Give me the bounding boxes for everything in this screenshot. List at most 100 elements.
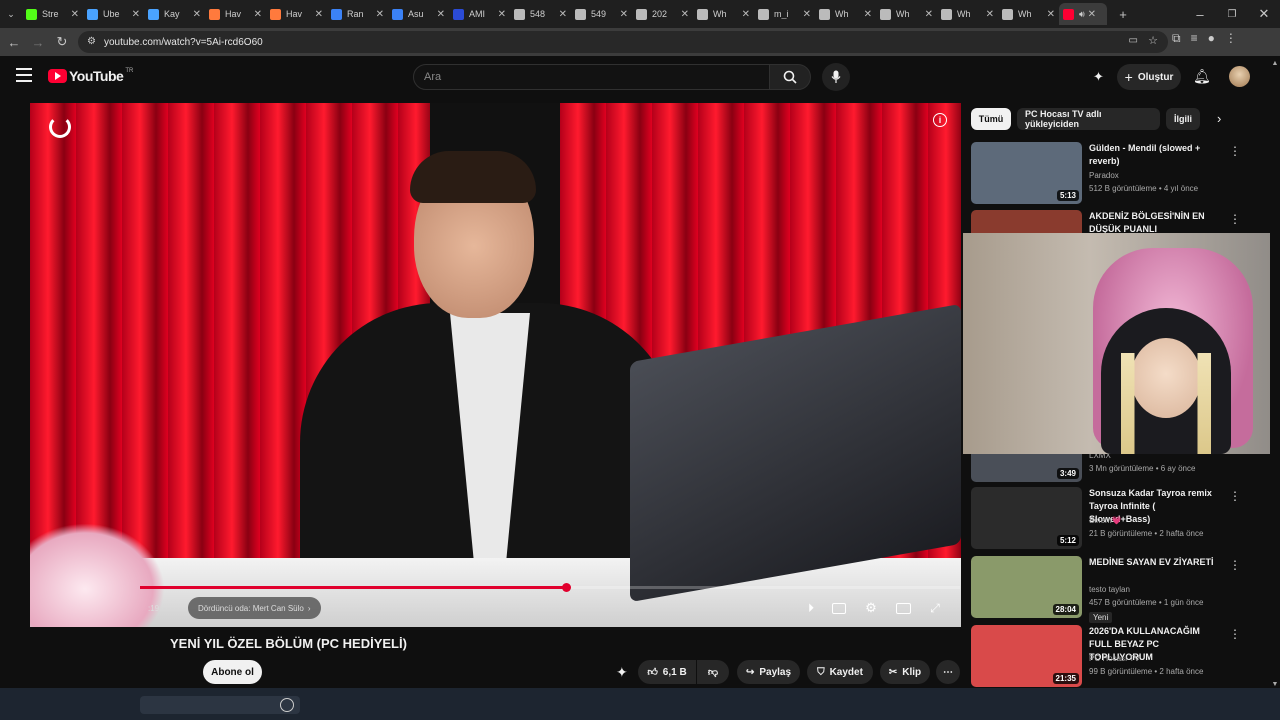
browser-tab[interactable]: Kay ✕ xyxy=(144,3,205,25)
share-button[interactable]: ↪ Paylaş xyxy=(737,660,800,684)
clip-button[interactable]: ✂ Klip xyxy=(880,660,930,684)
extensions-icon[interactable]: ⧉ xyxy=(1172,31,1181,46)
subtitles-icon[interactable] xyxy=(828,598,850,618)
channel-name[interactable]: PC Hocası TV xyxy=(1089,654,1140,663)
browser-tab[interactable]: Wh ✕ xyxy=(937,3,998,25)
browser-tab[interactable]: Hav ✕ xyxy=(205,3,266,25)
browser-tab[interactable]: Ran ✕ xyxy=(327,3,388,25)
subscribe-button[interactable]: Abone ol xyxy=(203,660,262,684)
close-tab-icon[interactable]: ✕ xyxy=(1047,9,1055,20)
address-bar[interactable]: ⚙ youtube.com/watch?v=5Ai-rcd6O60 ▭ ☆ xyxy=(78,31,1168,53)
save-button[interactable]: ⛉ Kaydet xyxy=(807,660,873,684)
chapter-button[interactable]: Dördüncü oda: Mert Can Sülo › xyxy=(188,597,321,619)
chip-2[interactable]: İlgili xyxy=(1166,108,1200,130)
video-thumbnail[interactable]: 5:13 xyxy=(971,142,1082,204)
chip-1[interactable]: PC Hocası TV adlı yükleyiciden xyxy=(1017,108,1160,130)
page-scrollbar[interactable]: ▲ ▼ xyxy=(1270,60,1280,688)
more-options-icon[interactable]: ⋮ xyxy=(1229,489,1241,503)
more-options-icon[interactable]: ⋮ xyxy=(1229,212,1241,226)
info-icon[interactable]: i xyxy=(933,113,947,127)
minimize-icon[interactable]: – xyxy=(1184,2,1216,26)
close-tab-icon[interactable]: ✕ xyxy=(803,9,811,20)
hamburger-menu-icon[interactable] xyxy=(16,68,32,82)
channel-name[interactable]: testo taylan xyxy=(1089,585,1130,594)
site-info-icon[interactable]: ⚙ xyxy=(87,36,96,47)
fullscreen-icon[interactable]: ⤢ xyxy=(924,598,946,618)
reading-list-icon[interactable]: ≡ xyxy=(1191,31,1198,46)
channel-name[interactable]: Sinem💗 xyxy=(1089,516,1122,525)
browser-tab[interactable]: Hav ✕ xyxy=(266,3,327,25)
audio-playing-icon[interactable]: 🔊︎ xyxy=(1079,9,1085,20)
autoplay-toggle-icon[interactable]: ⏵ xyxy=(800,598,822,618)
close-tab-icon[interactable]: ✕ xyxy=(498,9,506,20)
youtube-logo[interactable]: YouTube TR xyxy=(48,68,133,84)
video-thumbnail[interactable]: 5:12 xyxy=(971,487,1082,549)
close-tab-icon[interactable]: ✕ xyxy=(742,9,750,20)
browser-tab[interactable]: Wh ✕ xyxy=(876,3,937,25)
recommendation-item[interactable]: 5:12 Sonsuza Kadar Tayroa remix Tayroa In… xyxy=(971,487,1251,551)
reload-icon[interactable]: ↻ xyxy=(50,30,74,54)
browser-tab[interactable]: Wh ✕ xyxy=(998,3,1059,25)
close-tab-icon[interactable]: ✕ xyxy=(254,9,262,20)
more-actions-button[interactable]: ⋯ xyxy=(936,660,960,684)
cast-icon[interactable]: ▭ xyxy=(1129,35,1138,46)
taskbar-app-icon[interactable] xyxy=(280,698,294,712)
close-tab-icon[interactable]: ✕ xyxy=(193,9,201,20)
close-tab-icon[interactable]: ✕ xyxy=(986,9,994,20)
close-tab-icon[interactable]: ✕ xyxy=(437,9,445,20)
close-tab-icon[interactable]: ✕ xyxy=(559,9,567,20)
create-button[interactable]: + Oluştur xyxy=(1117,64,1181,90)
recommendation-title[interactable]: MEDİNE SAYAN EV ZİYARETİ xyxy=(1089,556,1219,569)
chips-next-chevron-icon[interactable]: › xyxy=(1217,111,1221,126)
more-options-icon[interactable]: ⋮ xyxy=(1229,627,1241,641)
browser-tab[interactable]: Stre ✕ xyxy=(22,3,83,25)
browser-tab[interactable]: Asu ✕ xyxy=(388,3,449,25)
close-tab-icon[interactable]: ✕ xyxy=(376,9,384,20)
chip-0[interactable]: Tümü xyxy=(971,108,1011,130)
bookmark-star-icon[interactable]: ☆ xyxy=(1148,34,1158,47)
channel-name[interactable]: Paradox xyxy=(1089,171,1119,180)
search-button[interactable] xyxy=(769,64,811,90)
close-tab-icon[interactable]: ✕ xyxy=(315,9,323,20)
back-icon[interactable]: ← xyxy=(2,30,26,54)
profile-icon[interactable]: ● xyxy=(1208,31,1215,46)
browser-tab[interactable]: Ube ✕ xyxy=(83,3,144,25)
close-tab-icon[interactable]: ✕ xyxy=(1088,9,1096,20)
recommendation-item[interactable]: 28:04 MEDİNE SAYAN EV ZİYARETİ testo tayla… xyxy=(971,556,1251,623)
avatar[interactable] xyxy=(1229,66,1250,87)
forward-icon[interactable]: → xyxy=(26,30,50,54)
recommendation-item[interactable]: 5:13 Gülden - Mendil (slowed + reverb) Par… xyxy=(971,142,1251,206)
browser-tab[interactable]: AMI ✕ xyxy=(449,3,510,25)
browser-tab[interactable]: 549 ✕ xyxy=(571,3,632,25)
browser-tab[interactable]: 548 ✕ xyxy=(510,3,571,25)
settings-gear-icon[interactable]: ⚙ xyxy=(860,598,882,618)
close-tab-icon[interactable]: ✕ xyxy=(925,9,933,20)
recommendation-item[interactable]: 21:35 2026'DA KULLANACAĞIM FULL BEYAZ PC … xyxy=(971,625,1251,689)
more-options-icon[interactable]: ⋮ xyxy=(1229,558,1241,572)
progress-bar[interactable] xyxy=(140,586,960,589)
close-tab-icon[interactable]: ✕ xyxy=(620,9,628,20)
search-input[interactable]: Ara xyxy=(413,64,770,90)
notifications-bell-icon[interactable]: 🔔︎ xyxy=(1193,68,1211,85)
browser-tab[interactable]: 202 ✕ xyxy=(632,3,693,25)
premium-star-icon[interactable]: ✦ xyxy=(616,664,628,681)
menu-kebab-icon[interactable]: ⋮ xyxy=(1225,31,1237,46)
browser-tab-active[interactable]: 🔊︎ ✕ xyxy=(1059,3,1107,25)
close-tab-icon[interactable]: ✕ xyxy=(681,9,689,20)
close-tab-icon[interactable]: ✕ xyxy=(71,9,79,20)
video-thumbnail[interactable]: 28:04 xyxy=(971,556,1082,618)
more-options-icon[interactable]: ⋮ xyxy=(1229,144,1241,158)
taskbar-search[interactable] xyxy=(140,696,300,714)
maximize-icon[interactable]: ❐ xyxy=(1216,2,1248,26)
like-button[interactable]: 👍︎ 6,1 B xyxy=(638,660,696,684)
new-tab-plus-icon[interactable]: + xyxy=(1111,2,1135,26)
voice-search-button[interactable] xyxy=(822,63,850,91)
close-window-icon[interactable]: ✕ xyxy=(1248,2,1280,26)
recommendation-title[interactable]: Gülden - Mendil (slowed + reverb) xyxy=(1089,142,1219,168)
browser-tab[interactable]: Wh ✕ xyxy=(815,3,876,25)
tab-search-chevron-icon[interactable]: ⌄ xyxy=(0,2,22,26)
browser-tab[interactable]: m_i ✕ xyxy=(754,3,815,25)
dislike-button[interactable]: 👎︎ xyxy=(697,660,729,684)
premium-icon[interactable]: ✦ xyxy=(1093,69,1104,85)
video-player[interactable]: i xyxy=(30,103,961,627)
